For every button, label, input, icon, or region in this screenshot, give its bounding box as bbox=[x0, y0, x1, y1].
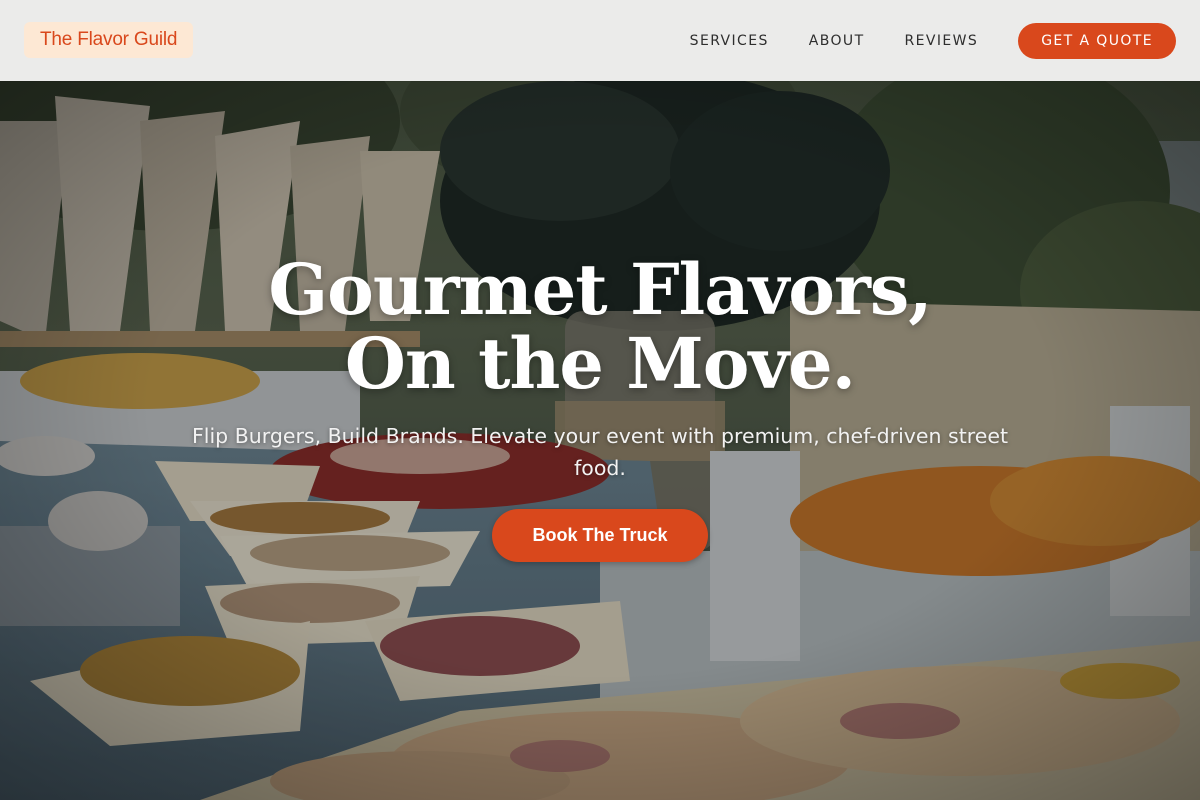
nav-link-reviews[interactable]: REVIEWS bbox=[905, 33, 979, 49]
hero-title: Gourmet Flavors, On the Move. bbox=[0, 253, 1200, 401]
nav-link-about[interactable]: ABOUT bbox=[809, 33, 865, 49]
nav-link-services[interactable]: SERVICES bbox=[690, 33, 769, 49]
main-nav: SERVICES ABOUT REVIEWS GET A QUOTE bbox=[690, 0, 1176, 81]
site-header: The Flavor Guild SERVICES ABOUT REVIEWS … bbox=[0, 0, 1200, 81]
hero-subtitle: Flip Burgers, Build Brands. Elevate your… bbox=[192, 424, 1008, 480]
hero-section: Gourmet Flavors, On the Move. Flip Burge… bbox=[0, 81, 1200, 800]
book-the-truck-button[interactable]: Book The Truck bbox=[492, 509, 708, 562]
hero-title-line-1: Gourmet Flavors, bbox=[268, 248, 932, 331]
brand-logo[interactable]: The Flavor Guild bbox=[24, 22, 194, 58]
hero-title-line-2: On the Move. bbox=[344, 322, 856, 405]
get-a-quote-button[interactable]: GET A QUOTE bbox=[1018, 22, 1176, 59]
